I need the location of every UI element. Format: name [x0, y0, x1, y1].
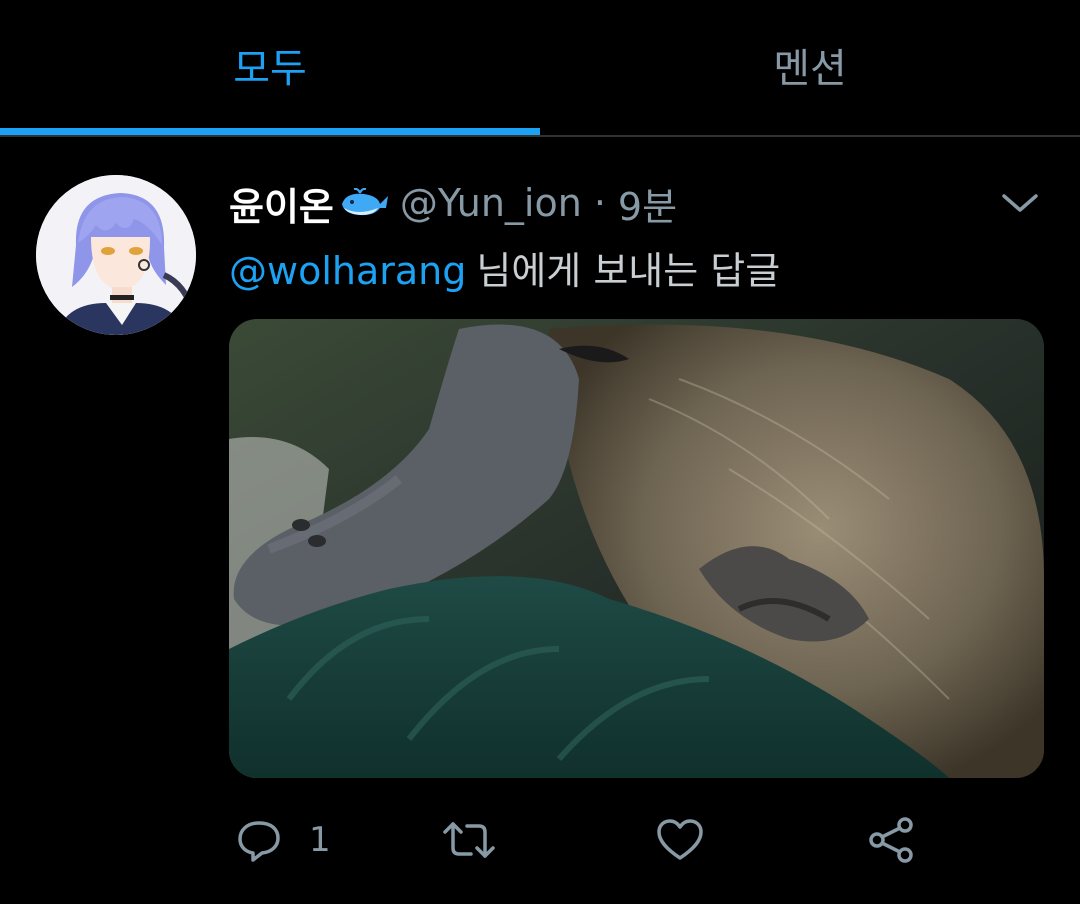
mention-link[interactable]: @wolharang: [229, 249, 466, 293]
tweet-header: 윤이온 @Yun_ion · 9분: [229, 176, 677, 231]
share-button[interactable]: [867, 810, 917, 870]
like-button[interactable]: [655, 810, 705, 870]
tab-divider: [0, 135, 1080, 137]
whale-icon: [338, 187, 390, 218]
chevron-down-icon[interactable]: [1000, 188, 1040, 218]
tab-mentions[interactable]: 멘션: [540, 0, 1080, 130]
separator-dot: ·: [593, 181, 606, 225]
reply-button[interactable]: 1: [235, 810, 331, 870]
display-name[interactable]: 윤이온: [229, 176, 334, 231]
reply-context-text: 님에게 보내는 답글: [476, 249, 781, 293]
reply-context: @wolharang 님에게 보내는 답글: [229, 240, 780, 295]
tweet-time[interactable]: 9분: [618, 176, 677, 231]
share-icon: [867, 815, 917, 865]
tab-all[interactable]: 모두: [0, 0, 540, 130]
retweet-icon: [441, 816, 497, 864]
tab-mentions-label: 멘션: [773, 46, 847, 92]
reply-count: 1: [309, 820, 331, 860]
user-handle[interactable]: @Yun_ion: [400, 181, 582, 225]
tweet-media-image[interactable]: [229, 319, 1044, 778]
reply-icon: [235, 816, 283, 864]
tweet-actions: 1: [229, 810, 1044, 870]
retweet-button[interactable]: [441, 810, 497, 870]
avatar[interactable]: [36, 175, 196, 335]
tab-bar: 모두 멘션: [0, 0, 1080, 137]
like-icon: [655, 816, 705, 864]
tab-all-label: 모두: [233, 46, 307, 92]
